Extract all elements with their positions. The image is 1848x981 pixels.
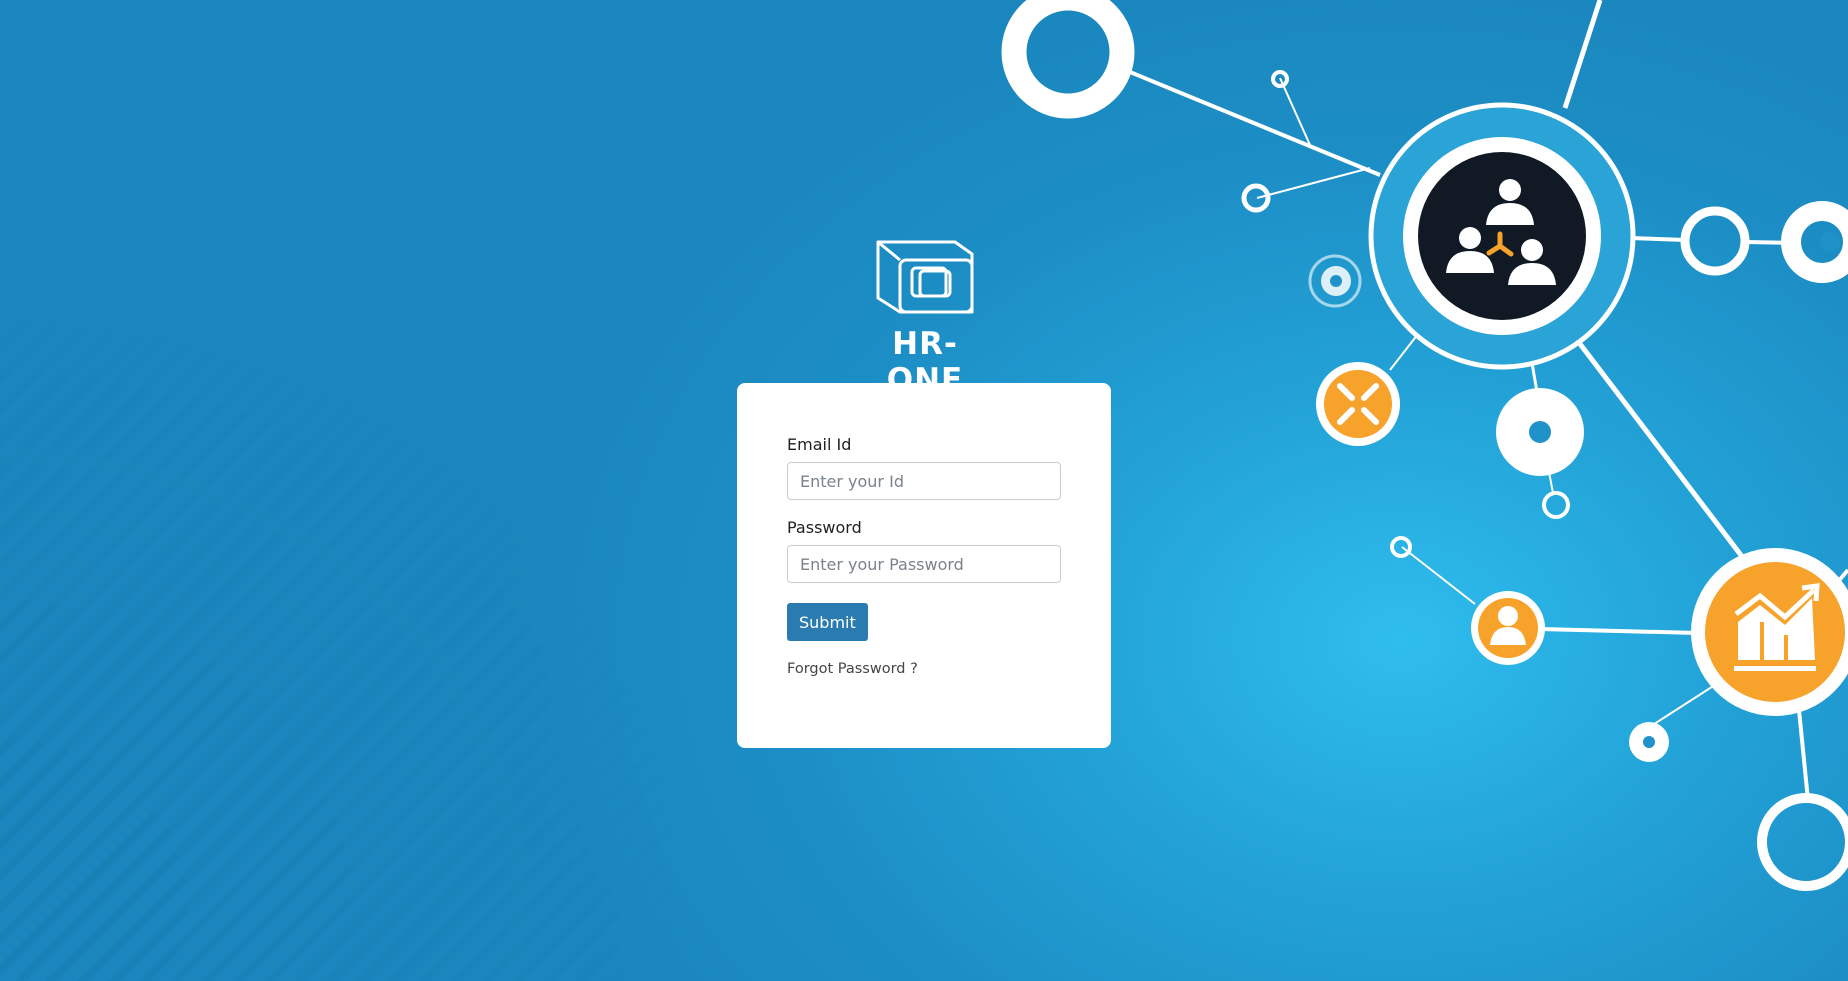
login-card: Email Id Password Submit Forgot Password… [737, 383, 1111, 748]
password-label: Password [787, 518, 862, 537]
forgot-password-link[interactable]: Forgot Password ? [787, 661, 1061, 677]
password-input[interactable] [787, 545, 1061, 583]
email-input[interactable] [787, 462, 1061, 500]
hr-one-logo-icon [876, 240, 974, 314]
submit-button[interactable]: Submit [787, 603, 868, 641]
ring-node [1001, 0, 1135, 119]
brand-header: HR-ONE [865, 238, 985, 398]
email-label: Email Id [787, 435, 852, 454]
